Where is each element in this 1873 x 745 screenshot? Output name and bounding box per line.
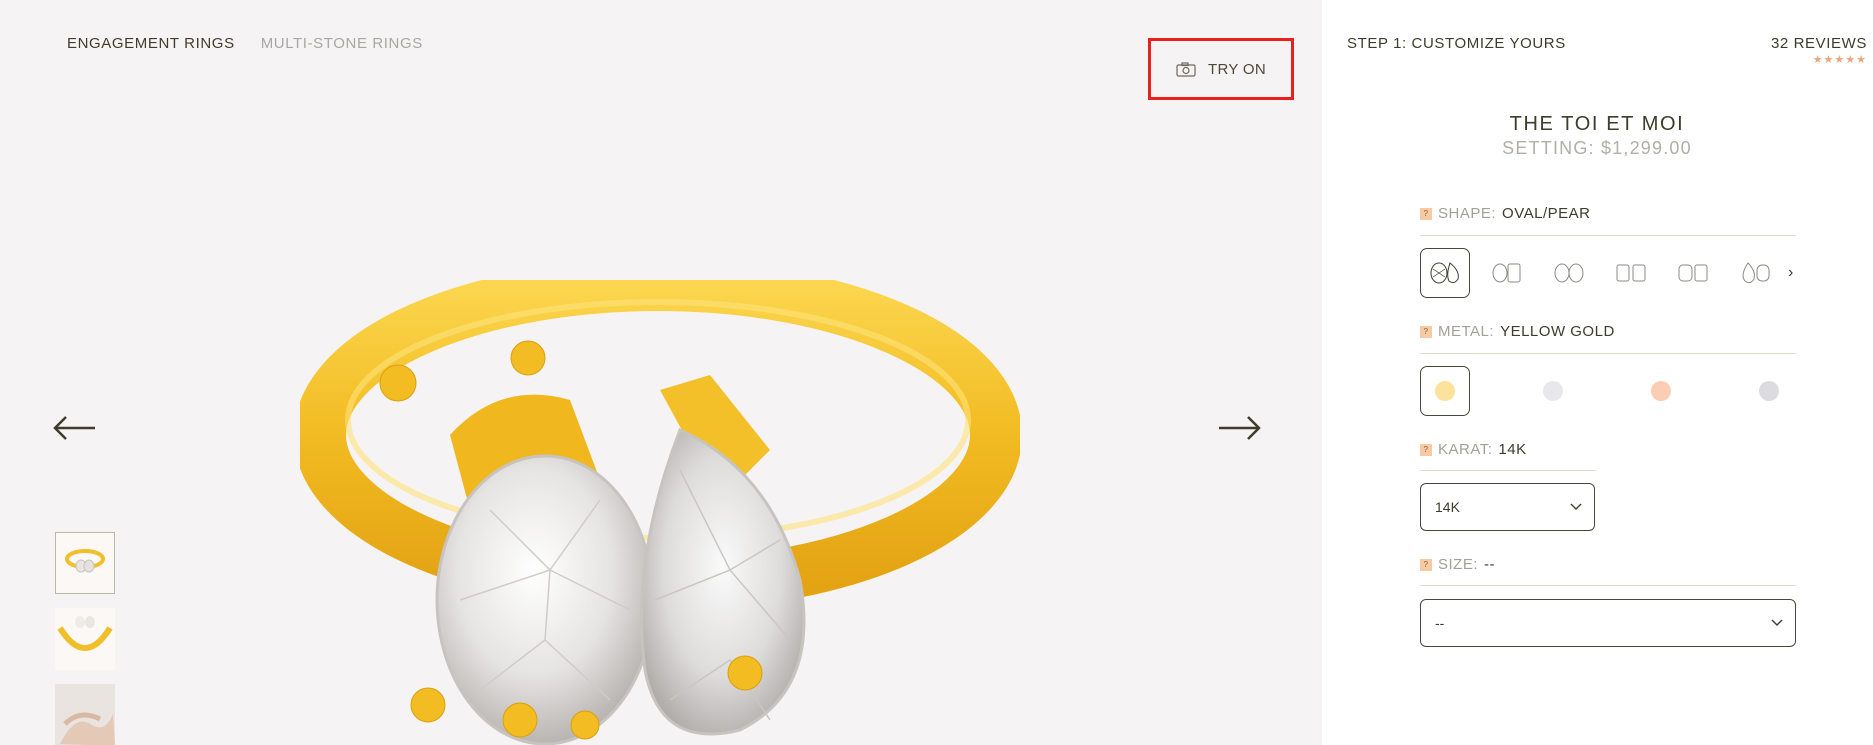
metal-option-rose-gold[interactable] <box>1636 366 1686 416</box>
yellow-gold-swatch <box>1435 381 1455 401</box>
reviews-link[interactable]: 32 REVIEWS <box>1771 35 1867 52</box>
size-label: SIZE: <box>1438 556 1479 573</box>
shape-option-oval-pear[interactable] <box>1420 248 1470 298</box>
size-help-icon[interactable]: ? <box>1420 558 1432 571</box>
shape-option-emerald-emerald[interactable] <box>1606 248 1656 298</box>
try-on-button[interactable]: TRY ON <box>1148 38 1294 100</box>
metal-options <box>1420 366 1852 416</box>
cushion-emerald-shape-icon <box>1678 264 1708 282</box>
thumbnail-2[interactable] <box>55 608 115 670</box>
chevron-down-icon <box>1771 619 1783 626</box>
next-image-arrow-icon[interactable] <box>1216 413 1262 443</box>
karat-label: KARAT: <box>1438 441 1493 458</box>
chevron-down-icon <box>1570 503 1582 510</box>
thumbnail-3[interactable] <box>55 684 115 745</box>
breadcrumb-engagement-rings[interactable]: ENGAGEMENT RINGS <box>67 35 235 52</box>
karat-select-value: 14K <box>1435 499 1460 515</box>
metal-label-row: ? METAL: YELLOW GOLD <box>1420 323 1615 340</box>
shape-label: SHAPE: <box>1438 205 1497 222</box>
metal-value: YELLOW GOLD <box>1500 323 1615 340</box>
oval-oval-shape-icon <box>1554 263 1584 283</box>
product-price: SETTING: $1,299.00 <box>1502 138 1692 158</box>
metal-option-platinum[interactable] <box>1744 366 1794 416</box>
customize-panel: STEP 1: CUSTOMIZE YOURS 32 REVIEWS ★★★★★… <box>1322 0 1873 745</box>
shape-option-pear-oval[interactable] <box>1730 248 1780 298</box>
metal-option-yellow-gold[interactable] <box>1420 366 1470 416</box>
karat-label-row: ? KARAT: 14K <box>1420 441 1527 458</box>
size-label-row: ? SIZE: -- <box>1420 556 1495 573</box>
shape-value: OVAL/PEAR <box>1502 205 1591 222</box>
rating-stars: ★★★★★ <box>1812 54 1867 66</box>
divider <box>1420 353 1796 354</box>
platinum-swatch <box>1759 381 1779 401</box>
divider <box>1420 470 1596 471</box>
shape-option-oval-oval[interactable] <box>1544 248 1594 298</box>
product-title: THE TOI ET MOI <box>1509 113 1685 135</box>
size-value: -- <box>1484 556 1496 573</box>
emerald-emerald-shape-icon <box>1616 264 1646 282</box>
chevron-right-icon[interactable]: › <box>1788 264 1793 282</box>
oval-emerald-shape-icon <box>1492 263 1521 283</box>
thumbnail-list <box>55 532 115 745</box>
prev-image-arrow-icon[interactable] <box>52 413 98 443</box>
product-image-ring <box>300 280 1020 745</box>
breadcrumb: ENGAGEMENT RINGS MULTI-STONE RINGS <box>67 35 423 52</box>
karat-select[interactable]: 14K <box>1420 483 1595 531</box>
try-on-label: TRY ON <box>1208 60 1266 78</box>
metal-help-icon[interactable]: ? <box>1420 325 1432 338</box>
breadcrumb-multi-stone-rings[interactable]: MULTI-STONE RINGS <box>261 35 423 52</box>
shape-options: › <box>1420 248 1793 298</box>
karat-help-icon[interactable]: ? <box>1420 443 1432 456</box>
size-select[interactable]: -- <box>1420 599 1796 647</box>
divider <box>1420 585 1796 586</box>
karat-value: 14K <box>1498 441 1527 458</box>
product-gallery: ENGAGEMENT RINGS MULTI-STONE RINGS TRY O… <box>0 0 1322 745</box>
divider <box>1420 235 1796 236</box>
thumbnail-1[interactable] <box>55 532 115 594</box>
step-heading: STEP 1: CUSTOMIZE YOURS <box>1347 35 1566 52</box>
oval-pear-shape-icon <box>1430 262 1459 284</box>
shape-option-cushion-emerald[interactable] <box>1668 248 1718 298</box>
pear-oval-shape-icon <box>1742 262 1770 284</box>
metal-label: METAL: <box>1438 323 1495 340</box>
camera-icon <box>1176 61 1196 77</box>
shape-help-icon[interactable]: ? <box>1420 207 1432 220</box>
rose-gold-swatch <box>1651 381 1671 401</box>
shape-label-row: ? SHAPE: OVAL/PEAR <box>1420 205 1590 222</box>
size-select-value: -- <box>1435 615 1445 631</box>
shape-option-oval-emerald[interactable] <box>1482 248 1532 298</box>
white-gold-swatch <box>1543 381 1563 401</box>
metal-option-white-gold[interactable] <box>1528 366 1578 416</box>
